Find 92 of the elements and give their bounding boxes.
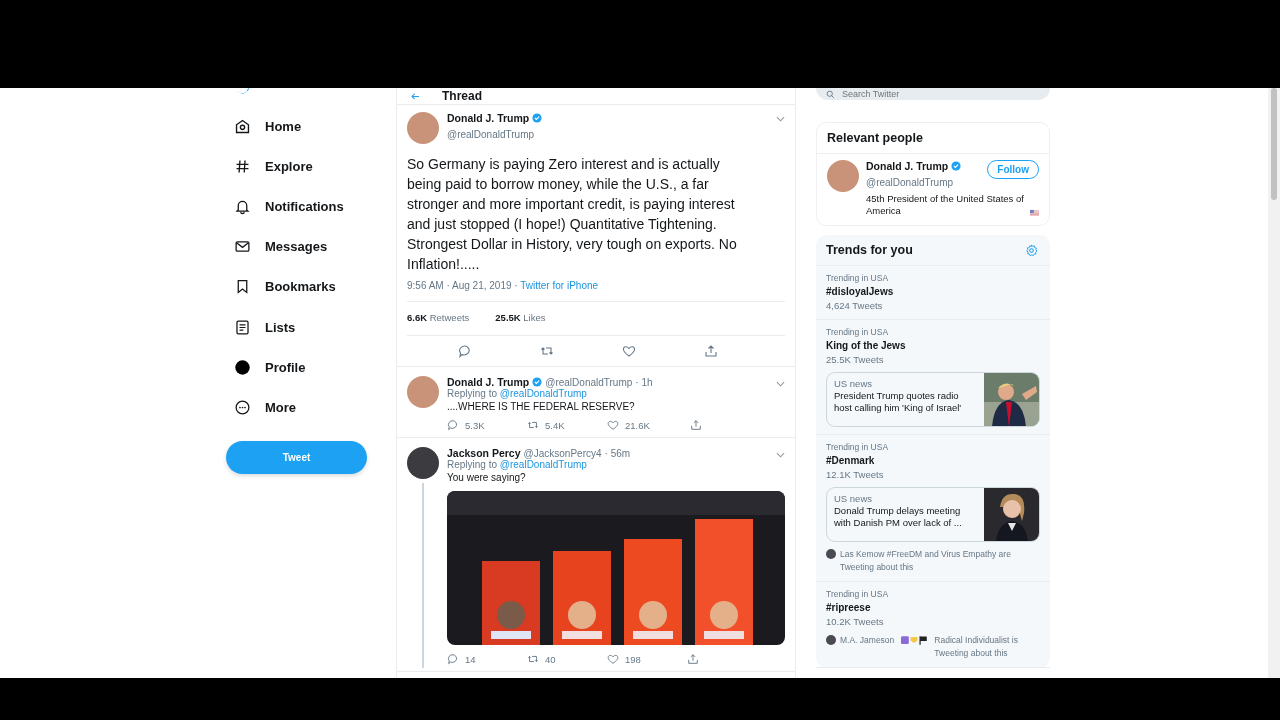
social-text: Las Kemow #FreeDM and Virus Empathy are Tweeting about this — [840, 548, 1012, 574]
stat-label[interactable]: Retweets — [429, 312, 470, 323]
card-title: Trends for you — [825, 242, 914, 259]
trend-context: Trending in USA — [826, 273, 890, 284]
news-card[interactable]: US news Donald Trump delays meeting with Danish PM over lack of ... — [826, 487, 1040, 542]
trend-name: #ripreese — [826, 601, 872, 615]
tweet-time: 9:56 AM · Aug 21, 2019 · — [407, 280, 518, 291]
author-name[interactable]: Donald J. Trump — [447, 376, 530, 388]
trend-context: Trending in USA — [826, 442, 890, 453]
nav-item[interactable]: Messages — [234, 226, 328, 267]
more-icon — [234, 398, 251, 416]
avatar-icon — [826, 635, 836, 645]
author-name[interactable]: Jackson Percy — [447, 447, 521, 459]
retweet-icon[interactable] — [527, 653, 539, 665]
retweet-icon[interactable] — [527, 419, 539, 431]
tweet-text: ....WHERE IS THE FEDERAL RESERVE? — [447, 400, 636, 413]
replying-label: Replying to — [447, 388, 498, 399]
news-headline: Donald Trump delays meeting with Danish PM over lack of ... — [834, 505, 963, 529]
reply-icon[interactable] — [447, 653, 459, 665]
person-handle[interactable]: @realDonaldTrump — [866, 177, 954, 188]
share-icon[interactable] — [704, 344, 718, 358]
news-category: US news — [834, 378, 873, 390]
author-handle[interactable]: @realDonaldTrump — [545, 376, 633, 388]
nav-item[interactable]: Notifications — [234, 186, 344, 227]
retweet-count: 5.4K — [545, 419, 565, 431]
nav-item[interactable]: Home — [234, 106, 302, 147]
emoji-icon — [901, 636, 928, 645]
social-text: Radical Individualist is Tweeting about this — [934, 634, 1019, 660]
trend-item[interactable]: Trending in USA King of the Jews 25.5K Tweets US news President Trump quotes radio host calling him 'King of Israel' — [816, 320, 1050, 435]
settings-icon[interactable] — [1025, 243, 1038, 257]
trend-context: Trending in USA — [826, 327, 890, 338]
trend-item[interactable]: Trending in USA #disloyalJews 4,624 Tweets — [816, 266, 1050, 320]
tweet-count: 25.5K Tweets — [826, 353, 885, 366]
back-icon[interactable] — [411, 92, 420, 100]
retweet-count: 40 — [545, 653, 556, 665]
share-icon[interactable] — [687, 653, 699, 665]
trend-context: Trending in USA — [826, 589, 890, 600]
trend-name: King of the Jews — [826, 339, 907, 353]
reply-icon[interactable] — [447, 419, 459, 431]
thread-title: Thread — [442, 89, 482, 103]
nav-item[interactable]: Bookmarks — [234, 266, 336, 307]
card-title: Relevant people — [817, 123, 1049, 154]
like-count: 198 — [625, 653, 641, 665]
caret-icon[interactable] — [776, 116, 785, 122]
reply-count: 5.3K — [465, 419, 485, 431]
avatar[interactable] — [407, 447, 439, 479]
news-headline: President Trump quotes radio host calling him 'King of Israel' — [834, 390, 963, 414]
reply-icon[interactable] — [458, 344, 472, 358]
nav-item[interactable]: Lists — [234, 306, 296, 348]
list-icon — [234, 318, 251, 336]
tweet-count: 4,624 Tweets — [826, 299, 884, 312]
heart-icon[interactable] — [607, 419, 619, 431]
tweet-count: 12.1K Tweets — [826, 468, 885, 481]
person-name[interactable]: Donald J. Trump — [866, 160, 949, 172]
trend-name: #Denmark — [826, 454, 876, 468]
tweet-text: So Germany is paying Zero interest and is actually being paid to borrow money, while the U.S., a far stronger and more important credit, is paying interest and just stopped (I hope!) Quantitative Tightening. Strongest Dollar in History, very tough on exports. No Inflation!..... — [407, 155, 738, 274]
scrollbar[interactable] — [1268, 88, 1280, 678]
stat-value[interactable]: 6.6K — [407, 312, 428, 323]
reply-count: 14 — [465, 653, 476, 665]
search-field[interactable]: Search Twitter — [816, 88, 1050, 100]
stat-label[interactable]: Likes — [523, 312, 546, 323]
trend-name: #disloyalJews — [826, 285, 895, 299]
heart-icon[interactable] — [607, 653, 619, 665]
avatar-icon — [234, 358, 251, 376]
nav-item[interactable]: More — [234, 387, 297, 428]
trend-item[interactable]: Trending in USA #Denmark 12.1K Tweets US news Donald Trump delays meeting with Danish PM over lack of ... Las Kemow #FreeDM and Virus Empathy are Tweeting about this — [816, 435, 1050, 582]
tweet-text: You were saying? — [447, 471, 527, 484]
tweet-count: 10.2K Tweets — [826, 615, 885, 628]
author-name[interactable]: Donald J. Trump — [447, 112, 530, 124]
news-card[interactable]: US news President Trump quotes radio host calling him 'King of Israel' — [826, 372, 1040, 427]
tweet-time: · 56m — [604, 447, 631, 459]
like-count: 21.6K — [625, 419, 650, 431]
home-icon — [234, 117, 251, 135]
share-icon[interactable] — [689, 419, 702, 431]
nav-item[interactable]: Profile — [234, 347, 306, 388]
caret-icon[interactable] — [776, 381, 785, 387]
retweet-icon[interactable] — [540, 344, 554, 358]
news-category: US news — [834, 493, 873, 505]
flag-icon — [1029, 209, 1039, 217]
person-bio: 45th President of the United States of America — [866, 193, 1025, 217]
author-handle[interactable]: @realDonaldTrump — [447, 129, 535, 140]
heart-icon[interactable] — [622, 344, 636, 358]
replying-label: Replying to — [447, 459, 498, 470]
social-text: M.A. Jameson — [840, 634, 895, 647]
trend-item[interactable]: Trending in USA #ripreese 10.2K Tweets M.A. Jameson Radical Individualist is Tweeting about this — [816, 582, 1050, 668]
tweet-time: · 1h — [635, 376, 653, 388]
stat-value[interactable]: 25.5K — [495, 312, 521, 323]
author-handle[interactable]: @JacksonPercy4 — [523, 447, 602, 459]
search-icon — [826, 90, 835, 99]
caret-icon[interactable] — [776, 452, 785, 458]
nav-item[interactable]: Explore — [234, 146, 313, 187]
avatar-icon — [826, 549, 836, 559]
